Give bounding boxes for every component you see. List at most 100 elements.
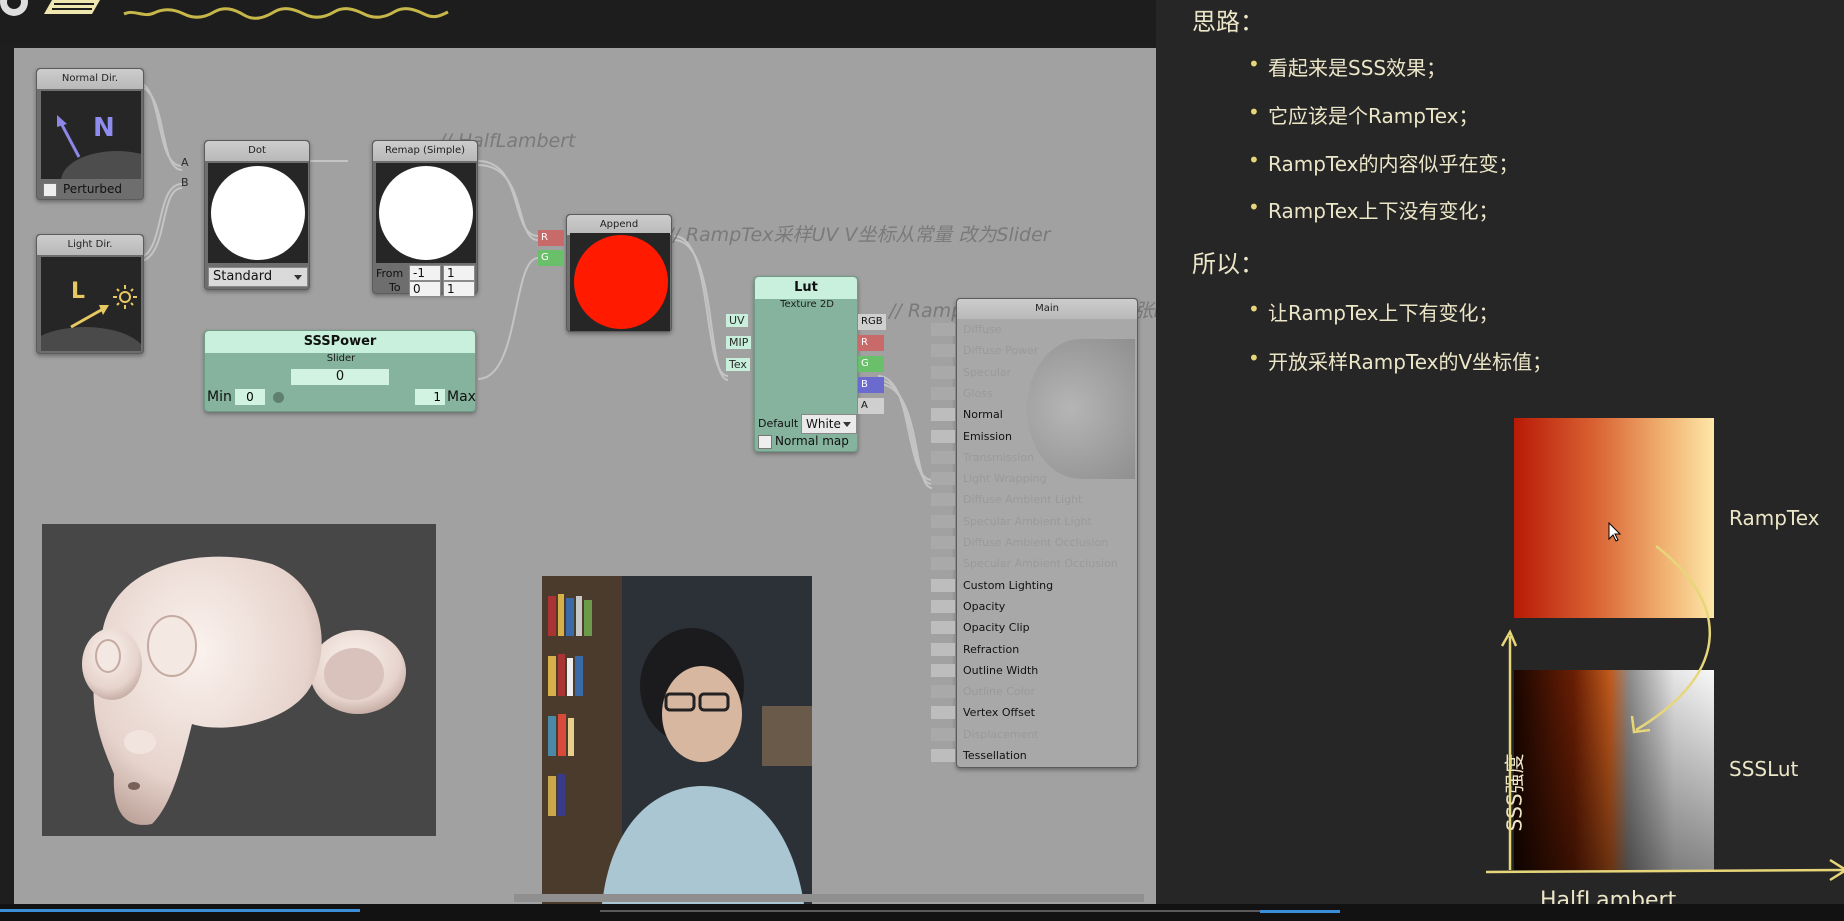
main-input-row[interactable]: Gloss: [957, 383, 1137, 404]
ssspower-max-field[interactable]: 1: [415, 389, 445, 405]
main-input-port[interactable]: [931, 536, 955, 549]
main-input-port[interactable]: [931, 557, 955, 571]
slide-point: 让RampTex上下有变化；: [1268, 301, 1499, 325]
remap-to-label: To: [389, 281, 401, 294]
canvas-scrollbar[interactable]: [514, 894, 1144, 902]
main-input-row[interactable]: Diffuse Ambient Light: [957, 489, 1137, 510]
lut-output-rgb[interactable]: RGB: [858, 314, 886, 330]
main-input-row[interactable]: Diffuse Ambient Occlusion: [957, 532, 1137, 553]
main-input-row[interactable]: Outline Color: [957, 681, 1137, 702]
main-input-row[interactable]: Light Wrapping: [957, 468, 1137, 489]
main-input-port[interactable]: [931, 621, 955, 635]
main-input-port[interactable]: [931, 749, 955, 762]
main-input-port[interactable]: [931, 514, 955, 528]
main-input-port[interactable]: [931, 578, 955, 592]
main-input-row[interactable]: Specular Ambient Light: [957, 511, 1137, 532]
node-title: Normal Dir.: [37, 69, 143, 89]
bullet: •: [1248, 195, 1260, 219]
main-input-row[interactable]: Vertex Offset: [957, 702, 1137, 723]
light-dir-node[interactable]: Light Dir. L: [23, 234, 147, 387]
append-port-r[interactable]: R: [538, 230, 564, 246]
main-input-port[interactable]: [931, 450, 955, 464]
main-input-row[interactable]: Displacement: [957, 724, 1137, 745]
ssspower-node[interactable]: SSSPower Slider 0 Min 0 1 Max: [204, 330, 476, 412]
append-port-g[interactable]: G: [538, 250, 564, 266]
main-input-port[interactable]: [931, 663, 955, 677]
main-input-port[interactable]: [931, 365, 955, 379]
remap-to-max[interactable]: 1: [443, 281, 475, 297]
main-input-row[interactable]: Refraction: [957, 639, 1137, 660]
main-input-port[interactable]: [931, 472, 955, 486]
main-input-port[interactable]: [931, 429, 955, 443]
ssspower-min-field[interactable]: 0: [235, 389, 265, 405]
main-input-port[interactable]: [931, 599, 955, 613]
slide-heading-thinking: 思路：: [1192, 8, 1264, 36]
main-input-row[interactable]: Emission: [957, 426, 1137, 447]
lut-node[interactable]: Lut Texture 2D Default White Normal map: [754, 276, 858, 452]
slide-point: RampTex的内容似乎在变；: [1268, 152, 1519, 176]
node-title: Append: [567, 215, 671, 235]
slide-point: RampTex上下没有变化；: [1268, 199, 1499, 223]
title-scribble: [123, 7, 449, 20]
light-glyph: L: [71, 279, 86, 304]
chalk-annotations: [1485, 545, 1844, 882]
main-input-port[interactable]: [931, 727, 955, 741]
node-title: SSSPower: [205, 331, 475, 353]
main-input-row[interactable]: Opacity Clip: [957, 617, 1137, 638]
normal-dir-node[interactable]: Normal Dir. N Perturbed: [36, 68, 173, 211]
main-input-port[interactable]: [931, 706, 955, 720]
main-input-port[interactable]: [931, 493, 955, 507]
slide-point: 开放采样RampTex的V坐标值；: [1268, 350, 1553, 374]
node-title: Remap (Simple): [373, 141, 477, 161]
dot-mode-dropdown[interactable]: Standard: [208, 267, 308, 287]
main-node[interactable]: Main Diffuse Diffuse Power Specular Gloss No…: [931, 298, 1138, 768]
append-node[interactable]: Append: [566, 214, 672, 332]
remap-node[interactable]: Remap (Simple) From -1 1 To 0 1: [372, 140, 478, 297]
video-progress-played: [0, 909, 360, 912]
main-input-row[interactable]: Transmission: [957, 447, 1137, 468]
remap-preview: [376, 163, 476, 263]
normal-glyph: N: [93, 113, 115, 143]
lut-output-r[interactable]: R: [858, 335, 884, 351]
append-preview: [570, 233, 670, 331]
video-progress-buffered: [600, 910, 1260, 912]
main-input-row[interactable]: Diffuse Power: [957, 340, 1137, 361]
ssspower-value-field[interactable]: 0: [291, 369, 389, 385]
remap-from-min[interactable]: -1: [409, 265, 441, 281]
normal-map-checkbox[interactable]: [758, 435, 772, 449]
node-title: Lut: [755, 277, 857, 299]
main-input-port[interactable]: [931, 642, 955, 656]
video-progress-bar[interactable]: [0, 904, 1844, 921]
remap-from-max[interactable]: 1: [443, 265, 475, 281]
lut-input-tex[interactable]: Tex: [726, 358, 750, 371]
lut-input-mip[interactable]: MIP: [726, 336, 752, 349]
lut-output-a[interactable]: A: [858, 398, 884, 414]
node-title: Light Dir.: [37, 235, 143, 255]
lut-output-g[interactable]: G: [858, 356, 884, 372]
main-input-row[interactable]: Tessellation: [957, 745, 1137, 766]
perturbed-checkbox[interactable]: [43, 183, 57, 197]
main-input-row[interactable]: Outline Width: [957, 660, 1137, 681]
main-input-row[interactable]: Custom Lighting: [957, 575, 1137, 596]
node-canvas[interactable]: // HalfLambert // RampTex采样UV V坐标从常量 改为S…: [14, 48, 1356, 904]
main-input-port[interactable]: [931, 323, 955, 336]
main-input-port[interactable]: [931, 344, 955, 358]
lut-default-dropdown[interactable]: White: [801, 414, 857, 434]
monkey-preview-viewport[interactable]: [42, 524, 436, 836]
main-input-row[interactable]: Opacity: [957, 596, 1137, 617]
main-input-row[interactable]: Normal: [957, 404, 1137, 425]
main-input-row[interactable]: Specular Ambient Occlusion: [957, 553, 1137, 574]
main-input-port[interactable]: [931, 408, 955, 422]
lut-input-uv[interactable]: UV: [726, 314, 748, 327]
bullet: •: [1248, 297, 1260, 321]
main-input-row[interactable]: Diffuse: [957, 319, 1137, 340]
remap-to-min[interactable]: 0: [409, 281, 441, 297]
normal-map-label: Normal map: [775, 434, 849, 448]
bullet: •: [1248, 346, 1260, 370]
slider-handle[interactable]: [273, 392, 284, 403]
main-input-port[interactable]: [931, 386, 955, 400]
lut-output-b[interactable]: B: [858, 377, 884, 393]
dot-node[interactable]: Dot Standard: [204, 140, 310, 290]
main-input-port[interactable]: [931, 685, 955, 699]
main-input-row[interactable]: Specular: [957, 362, 1137, 383]
